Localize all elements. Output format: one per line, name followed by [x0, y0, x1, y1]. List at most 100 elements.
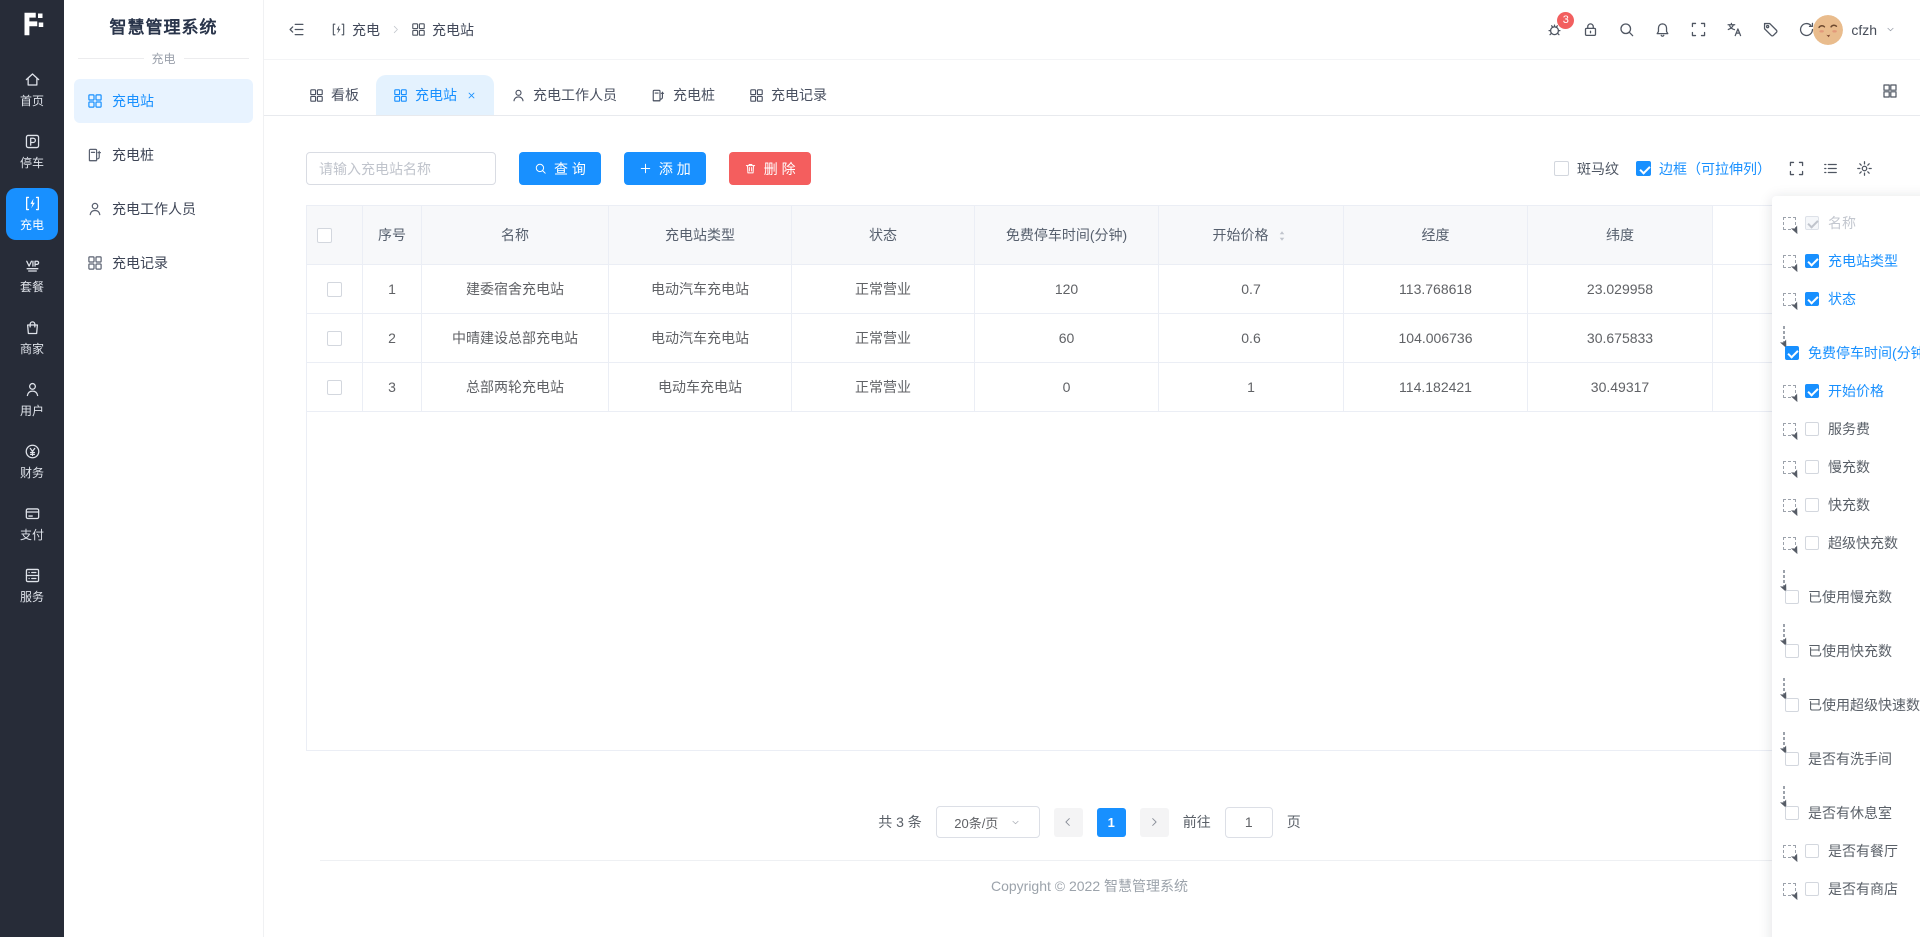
drag-icon[interactable]	[1783, 255, 1796, 268]
collapse-sidebar-icon[interactable]	[288, 21, 305, 38]
drag-icon[interactable]	[1783, 786, 1785, 804]
column-checkbox[interactable]	[1805, 292, 1819, 306]
column-toggle-item[interactable]: 快充数	[1783, 495, 1920, 515]
drag-icon[interactable]	[1783, 461, 1796, 474]
rail-item[interactable]: 用户	[6, 374, 58, 426]
goto-page-input[interactable]	[1225, 807, 1273, 838]
zebra-stripe-checkbox[interactable]: 斑马纹	[1554, 159, 1619, 179]
drag-icon[interactable]	[1783, 385, 1796, 398]
column-toggle-item[interactable]: 是否有商店	[1783, 879, 1920, 899]
column-toggle-item[interactable]: 慢充数	[1783, 457, 1920, 477]
column-toggle-item[interactable]: 是否有洗手间	[1783, 733, 1920, 769]
column-checkbox[interactable]	[1785, 346, 1799, 360]
drag-icon[interactable]	[1783, 499, 1796, 512]
column-checkbox[interactable]	[1805, 216, 1819, 230]
column-toggle-item[interactable]: 名称	[1783, 213, 1920, 233]
page-size-select[interactable]: 20条/页	[936, 806, 1040, 838]
table-row[interactable]: 3 总部两轮充电站 电动车充电站 正常营业 0 1 114.182421 30.…	[307, 363, 1874, 412]
column-checkbox[interactable]	[1785, 698, 1799, 712]
select-all-checkbox[interactable]	[317, 228, 332, 243]
rail-item[interactable]: 商家	[6, 312, 58, 364]
drag-icon[interactable]	[1783, 423, 1796, 436]
column-checkbox[interactable]	[1805, 536, 1819, 550]
add-button[interactable]: 添 加	[624, 152, 706, 185]
column-checkbox[interactable]	[1805, 844, 1819, 858]
tab[interactable]: 充电记录	[732, 75, 844, 115]
header-action[interactable]	[1726, 21, 1743, 38]
query-button[interactable]: 查 询	[519, 152, 601, 185]
drag-icon[interactable]	[1783, 732, 1785, 750]
breadcrumb-item[interactable]: 充电	[331, 20, 380, 40]
sidebar-item[interactable]: 充电站	[74, 79, 253, 123]
rail-item[interactable]: 套餐	[6, 250, 58, 302]
drag-icon[interactable]	[1783, 883, 1796, 896]
column-checkbox[interactable]	[1805, 460, 1819, 474]
table-custom-icon[interactable]	[1822, 160, 1839, 177]
column-toggle-item[interactable]: 已使用超级快速数	[1783, 679, 1920, 715]
header-action[interactable]	[1690, 21, 1707, 38]
drag-icon[interactable]	[1783, 217, 1796, 230]
column-checkbox[interactable]	[1805, 384, 1819, 398]
sidebar-item[interactable]: 充电桩	[74, 133, 253, 177]
column-toggle-item[interactable]: 状态	[1783, 289, 1920, 309]
rail-item[interactable]: 停车	[6, 126, 58, 178]
rail-item[interactable]: 首页	[6, 64, 58, 116]
delete-button[interactable]: 删 除	[729, 152, 811, 185]
table-row[interactable]: 1 建委宿舍充电站 电动汽车充电站 正常营业 120 0.7 113.76861…	[307, 265, 1874, 314]
header-action[interactable]: 3	[1546, 21, 1563, 38]
prev-page-button[interactable]	[1054, 808, 1083, 837]
drag-icon[interactable]	[1783, 326, 1785, 344]
rail-item[interactable]: 支付	[6, 498, 58, 550]
close-tab-icon[interactable]	[466, 90, 477, 101]
header-action[interactable]	[1618, 21, 1635, 38]
column-toggle-item[interactable]: 是否有休息室	[1783, 787, 1920, 823]
tab[interactable]: 充电桩	[634, 75, 732, 115]
header-action[interactable]	[1582, 21, 1599, 38]
tab-list-icon[interactable]	[1882, 83, 1898, 99]
search-input[interactable]	[306, 152, 496, 185]
rail-item[interactable]: 充电	[6, 188, 58, 240]
user-menu[interactable]: cfzh	[1813, 15, 1896, 45]
header-action[interactable]	[1654, 21, 1671, 38]
table-fullscreen-icon[interactable]	[1788, 160, 1805, 177]
drag-icon[interactable]	[1783, 624, 1785, 642]
breadcrumb-item[interactable]: 充电站	[411, 20, 474, 40]
column-checkbox[interactable]	[1785, 806, 1799, 820]
column-toggle-item[interactable]: 已使用慢充数	[1783, 571, 1920, 607]
table-settings-icon[interactable]	[1856, 160, 1873, 177]
row-checkbox[interactable]	[327, 380, 342, 395]
tab[interactable]: 充电站	[376, 75, 494, 115]
sidebar-item[interactable]: 充电记录	[74, 241, 253, 285]
column-toggle-item[interactable]: 服务费	[1783, 419, 1920, 439]
column-checkbox[interactable]	[1805, 254, 1819, 268]
column-toggle-item[interactable]: 免费停车时间(分钟)	[1783, 327, 1920, 363]
column-checkbox[interactable]	[1805, 498, 1819, 512]
column-checkbox[interactable]	[1805, 422, 1819, 436]
drag-icon[interactable]	[1783, 293, 1796, 306]
header-action[interactable]	[1798, 21, 1815, 38]
row-checkbox[interactable]	[327, 282, 342, 297]
column-checkbox[interactable]	[1785, 590, 1799, 604]
column-toggle-item[interactable]: 充电站类型	[1783, 251, 1920, 271]
column-checkbox[interactable]	[1785, 644, 1799, 658]
sidebar-item[interactable]: 充电工作人员	[74, 187, 253, 231]
rail-item[interactable]: 服务	[6, 560, 58, 612]
current-page-button[interactable]: 1	[1097, 808, 1126, 837]
drag-icon[interactable]	[1783, 570, 1785, 588]
next-page-button[interactable]	[1140, 808, 1169, 837]
table-row[interactable]: 2 中晴建设总部充电站 电动汽车充电站 正常营业 60 0.6 104.0067…	[307, 314, 1874, 363]
column-toggle-item[interactable]: 已使用快充数	[1783, 625, 1920, 661]
drag-icon[interactable]	[1783, 537, 1796, 550]
sort-icon[interactable]	[1275, 229, 1289, 243]
header-action[interactable]	[1762, 21, 1779, 38]
row-checkbox[interactable]	[327, 331, 342, 346]
drag-icon[interactable]	[1783, 845, 1796, 858]
drag-icon[interactable]	[1783, 678, 1785, 696]
app-logo[interactable]	[0, 0, 64, 56]
column-toggle-item[interactable]: 是否有餐厅	[1783, 841, 1920, 861]
border-resizable-checkbox[interactable]: 边框（可拉伸列）	[1636, 159, 1771, 179]
column-toggle-item[interactable]: 开始价格	[1783, 381, 1920, 401]
rail-item[interactable]: 财务	[6, 436, 58, 488]
column-checkbox[interactable]	[1785, 752, 1799, 766]
tab[interactable]: 充电工作人员	[494, 75, 634, 115]
